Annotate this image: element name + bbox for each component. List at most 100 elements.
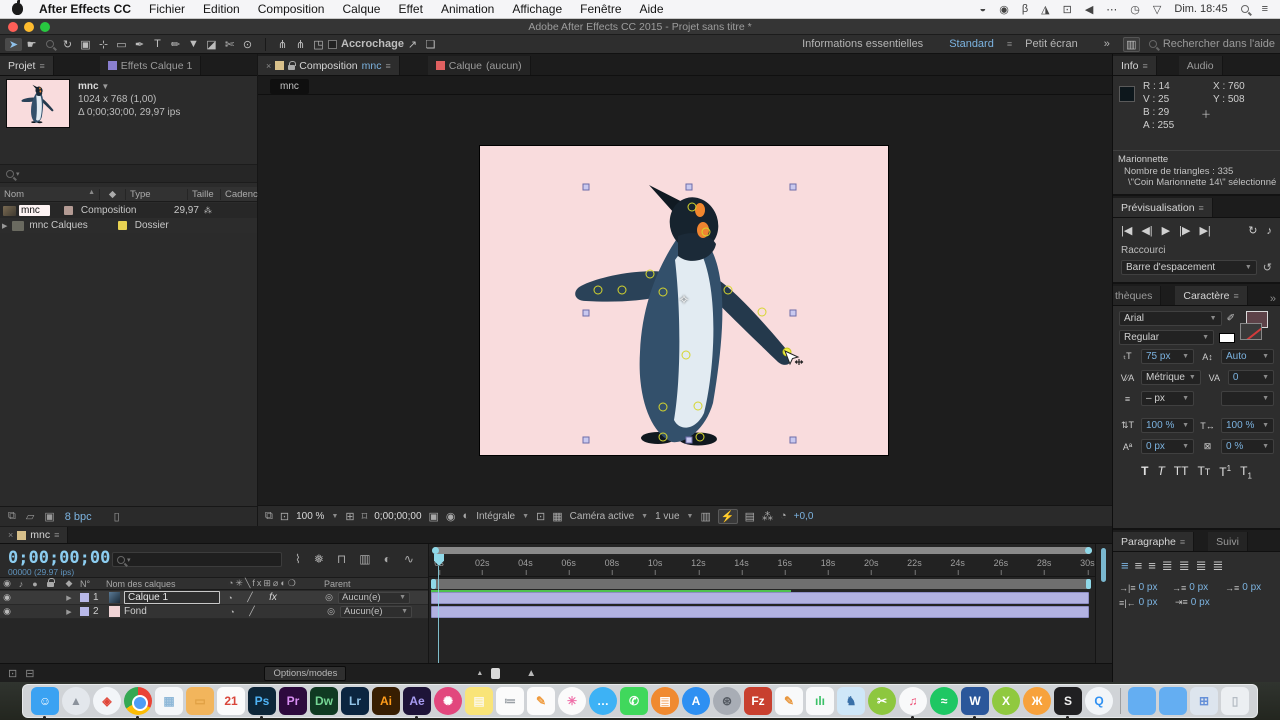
puppet-pin-2[interactable]	[702, 228, 711, 237]
snapshot-icon[interactable]: ▣	[429, 510, 439, 523]
status-icon-1[interactable]: ◒	[980, 3, 987, 15]
dock-app-filezilla[interactable]: Fz	[744, 687, 772, 715]
zoom-out-mountain-icon[interactable]: ▲	[476, 670, 483, 677]
graph-editor-icon[interactable]: ∿	[404, 552, 414, 566]
label-swatch[interactable]	[118, 221, 127, 230]
interpret-footage-icon[interactable]: ⧉	[8, 510, 16, 523]
workspace-standard[interactable]: Standard	[949, 38, 994, 50]
project-item-name-edit[interactable]: mnc	[19, 205, 50, 216]
parent-pickwhip-icon[interactable]: ◎	[320, 592, 338, 603]
airplay-icon[interactable]: ⊡	[1063, 3, 1072, 16]
selection-tool[interactable]: ➤	[5, 38, 22, 51]
selection-handle-6[interactable]	[583, 437, 590, 444]
shape-tool[interactable]: ▭	[113, 38, 130, 51]
timemachine-icon[interactable]: ◷	[1130, 3, 1140, 16]
dock-app-trash[interactable]: ▯	[1221, 687, 1249, 715]
layer-row-fond[interactable]: ◉ ▶ 2 Fond ◔ ╱ ◎ Aucun(e)▼	[0, 605, 428, 619]
frame-blending-icon[interactable]: ▥	[359, 552, 370, 566]
label-swatch[interactable]	[64, 206, 73, 215]
indent-left-value[interactable]: 0 px	[1139, 582, 1158, 593]
quality-switch[interactable]: ◔	[222, 607, 242, 617]
snap-option-1-icon[interactable]: ↗	[404, 38, 421, 51]
zoom-select[interactable]: 100 %	[296, 511, 324, 522]
quality-switch2[interactable]: ╱	[242, 606, 262, 617]
puppet-mesh-icon[interactable]: ◳	[310, 38, 327, 51]
folder-expand-arrow[interactable]: ▶	[2, 222, 7, 230]
faux-bold-button[interactable]: T	[1141, 464, 1148, 480]
eye-icon[interactable]: ◉	[0, 592, 14, 603]
help-search-label[interactable]: Rechercher dans l'aide	[1163, 38, 1275, 50]
fill-stroke-toggle-icon[interactable]	[1219, 333, 1235, 343]
dock-app-facetime[interactable]: ✆	[620, 687, 648, 715]
project-search[interactable]: ▾	[0, 164, 257, 183]
snap-checkbox[interactable]	[328, 40, 337, 49]
channels-icon[interactable]: ◐	[463, 510, 470, 522]
justify-last-left-button[interactable]: ≣	[1162, 558, 1173, 574]
new-composition-icon[interactable]: ▣	[44, 510, 54, 523]
more-icon[interactable]: ⋯	[1106, 3, 1117, 16]
pen-tool[interactable]: ✒	[131, 38, 148, 51]
vertical-scale-select[interactable]: 100 %▼	[1141, 418, 1194, 433]
timeline-zoom-slider-handle[interactable]	[491, 668, 500, 679]
dock-app-illustrator[interactable]: Ai	[372, 687, 400, 715]
timeline-graph-area[interactable]: 0s02s04s06s08s10s12s14s16s18s20s22s24s26…	[428, 544, 1095, 663]
zoom-in-mountain-icon[interactable]: ▲	[526, 668, 536, 679]
pixel-aspect-icon[interactable]: ▥	[700, 510, 710, 523]
selection-handle-1[interactable]	[583, 184, 590, 191]
puppet-pin-7[interactable]	[724, 286, 733, 295]
leading-select[interactable]: Auto▼	[1221, 349, 1274, 364]
dock-app-numbers[interactable]: ılı	[806, 687, 834, 715]
fill-stroke-swatches[interactable]	[1240, 311, 1274, 341]
work-area-bar[interactable]	[431, 579, 1091, 589]
apple-menu-icon[interactable]	[12, 3, 23, 15]
dock-app-word[interactable]: W	[961, 687, 989, 715]
time-ruler[interactable]: 0s02s04s06s08s10s12s14s16s18s20s22s24s26…	[429, 556, 1096, 577]
workspace-bar-icon[interactable]: ▥	[1123, 37, 1140, 52]
timeline-scroll-strip[interactable]	[1095, 544, 1112, 663]
quality-switch2[interactable]: ╱	[240, 592, 260, 603]
workspace-small-screen[interactable]: Petit écran	[1025, 38, 1078, 50]
faux-italic-button[interactable]: T	[1157, 464, 1164, 480]
puppet-pin-5[interactable]	[646, 270, 655, 279]
eye-icon[interactable]: ◉	[0, 606, 14, 617]
tab-composition-mnc[interactable]: × Composition mnc ≡	[258, 56, 400, 75]
selection-handle-8[interactable]	[790, 437, 797, 444]
composition-mini-flowchart-icon[interactable]: ⌇	[295, 552, 301, 566]
indent-first-value[interactable]: 0 px	[1189, 582, 1208, 593]
tab-projet[interactable]: Projet≡	[0, 56, 54, 75]
puppet-pin-12[interactable]	[694, 402, 703, 411]
dock-app-davinci[interactable]: ✺	[434, 687, 462, 715]
app-menu-title[interactable]: After Effects CC	[39, 2, 131, 16]
panel-overflow[interactable]: »	[1266, 293, 1280, 305]
next-frame-button[interactable]: |▶	[1179, 224, 1190, 237]
twirl-arrow[interactable]: ▶	[58, 608, 80, 616]
menu-affichage[interactable]: Affichage	[512, 2, 562, 16]
kerning-select[interactable]: Métrique▼	[1141, 370, 1201, 385]
wifi-icon[interactable]: ▽	[1153, 3, 1161, 16]
transparency-grid-icon[interactable]: ▦	[552, 510, 562, 523]
parent-pickwhip-icon[interactable]: ◎	[322, 606, 340, 617]
dock-app-butterfly-app[interactable]: Ж	[1023, 687, 1051, 715]
twirl-arrow[interactable]: ▶	[58, 594, 80, 602]
dock-app-app-blue[interactable]: ♞	[837, 687, 865, 715]
tab-effets-calque1[interactable]: Effets Calque 1	[100, 56, 202, 75]
parent-select[interactable]: Aucun(e)▼	[338, 592, 410, 604]
dock-app-folder-apps[interactable]: ⊞	[1190, 687, 1218, 715]
audio-mute-button[interactable]: ♪	[1267, 225, 1273, 237]
stroke-width-select[interactable]: – px▼	[1141, 391, 1194, 406]
rotobrush-tool[interactable]: ✄	[221, 38, 238, 51]
exposure-value[interactable]: +0,0	[794, 511, 814, 522]
hand-tool[interactable]: ☛	[23, 38, 40, 51]
dock-app-lightroom[interactable]: Lr	[341, 687, 369, 715]
vertical-scrollbar[interactable]	[1101, 548, 1106, 582]
dock-app-preview[interactable]: ▦	[155, 687, 183, 715]
puppet-pin-8[interactable]	[758, 308, 767, 317]
puppet-pin-3[interactable]	[594, 286, 603, 295]
time-navigator-bar[interactable]	[432, 547, 1092, 554]
align-left-button[interactable]: ≡	[1121, 558, 1129, 574]
zoom-tool[interactable]	[41, 38, 58, 50]
space-before-value[interactable]: 0 px	[1139, 597, 1158, 608]
menubar-clock[interactable]: Dim. 18:45	[1174, 3, 1227, 15]
align-right-button[interactable]: ≡	[1148, 558, 1156, 574]
baseline-shift-select[interactable]: 0 px▼	[1141, 439, 1194, 454]
